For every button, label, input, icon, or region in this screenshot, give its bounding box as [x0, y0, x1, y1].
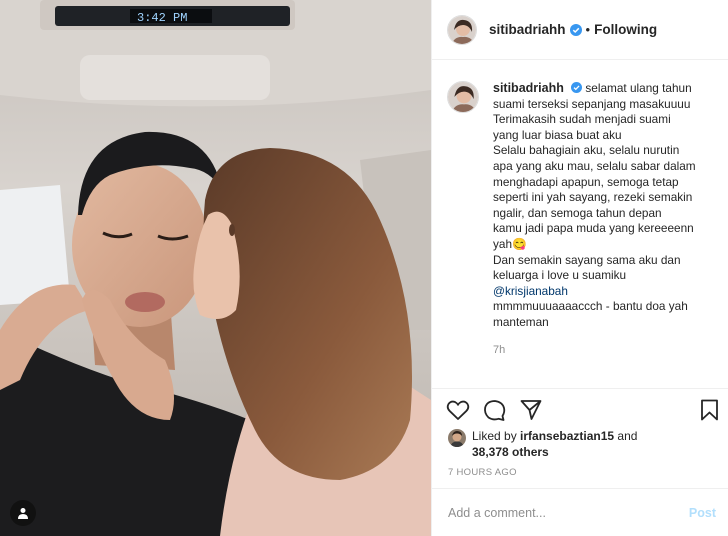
action-bar: [432, 388, 728, 430]
couple-photo: 3:42 PM: [0, 0, 431, 536]
caption-username[interactable]: sitibadriahh: [493, 81, 564, 95]
verified-badge-icon: [571, 82, 583, 93]
likes-summary: Liked by irfansebaztian15 and 38,378 oth…: [448, 428, 718, 460]
post-header: sitibadriahh • Following: [432, 0, 728, 60]
heart-icon[interactable]: [446, 399, 470, 421]
car-clock-display: 3:42 PM: [137, 11, 187, 25]
caption-line: keluarga i love u suamiku: [493, 268, 627, 283]
caption-line: yah😋: [493, 236, 527, 251]
caption-line: mmmmuuuaaaaccch - bantu doa yah: [493, 299, 688, 314]
caption-line: suami terseksi sepanjang masakuuuu: [493, 96, 691, 111]
caption-line: selamat ulang tahun: [585, 81, 692, 95]
caption-line: seperti ini yah sayang, rezeki semakin: [493, 190, 693, 205]
author-avatar[interactable]: [447, 14, 477, 45]
likes-prefix: Liked by: [472, 429, 521, 443]
caption-timestamp[interactable]: 7h: [493, 343, 713, 359]
user-tag-icon: [18, 508, 28, 519]
mention-link[interactable]: @krisjianabah: [493, 284, 713, 300]
avatar-image: [448, 429, 466, 447]
add-comment-bar: Post: [432, 488, 728, 536]
likes-joiner: and: [614, 429, 638, 443]
likes-count[interactable]: 38,378 others: [472, 445, 549, 459]
comments-section: sitibadriahh selamat ulang tahun suami t…: [432, 61, 728, 387]
caption-line: yang luar biasa buat aku: [493, 127, 622, 142]
verified-badge-icon: [569, 23, 582, 36]
caption-avatar[interactable]: [447, 81, 479, 113]
bookmark-icon[interactable]: [700, 399, 719, 421]
avatar-image: [448, 15, 476, 44]
caption-line: manteman: [493, 314, 549, 329]
post-photo[interactable]: 3:42 PM: [0, 0, 431, 536]
caption-line: kamu jadi papa muda yang kereeeenn: [493, 221, 694, 236]
post-sidebar: sitibadriahh • Following sitibadriahh se…: [431, 0, 728, 536]
tagged-users-button[interactable]: [10, 500, 36, 526]
header-username[interactable]: sitibadriahh: [489, 22, 566, 37]
caption-line: apa yang aku mau, selalu sabar dalam: [493, 158, 696, 173]
caption-comment: sitibadriahh selamat ulang tahun suami t…: [447, 81, 713, 358]
post-timestamp[interactable]: 7 HOURS AGO: [448, 467, 517, 478]
caption-line: Dan semakin sayang sama aku dan: [493, 252, 681, 267]
caption-line: Terimakasih sudah menjadi suami: [493, 112, 671, 127]
caption-body: sitibadriahh selamat ulang tahun suami t…: [493, 81, 713, 358]
comment-input[interactable]: [448, 505, 689, 520]
avatar-image: [448, 82, 478, 112]
caption-line: ngalir, dan semoga tahun depan: [493, 205, 662, 220]
liker-username[interactable]: irfansebaztian15: [520, 429, 614, 443]
share-icon[interactable]: [520, 399, 542, 421]
liker-avatar[interactable]: [448, 429, 466, 447]
post-comment-button[interactable]: Post: [689, 506, 716, 520]
separator-dot: •: [585, 22, 591, 37]
comment-icon[interactable]: [483, 399, 506, 422]
following-button[interactable]: Following: [594, 22, 657, 37]
caption-line: Selalu bahagiain aku, selalu nurutin: [493, 143, 680, 158]
caption-line: menghadapi apapun, semoga tetap: [493, 174, 679, 189]
